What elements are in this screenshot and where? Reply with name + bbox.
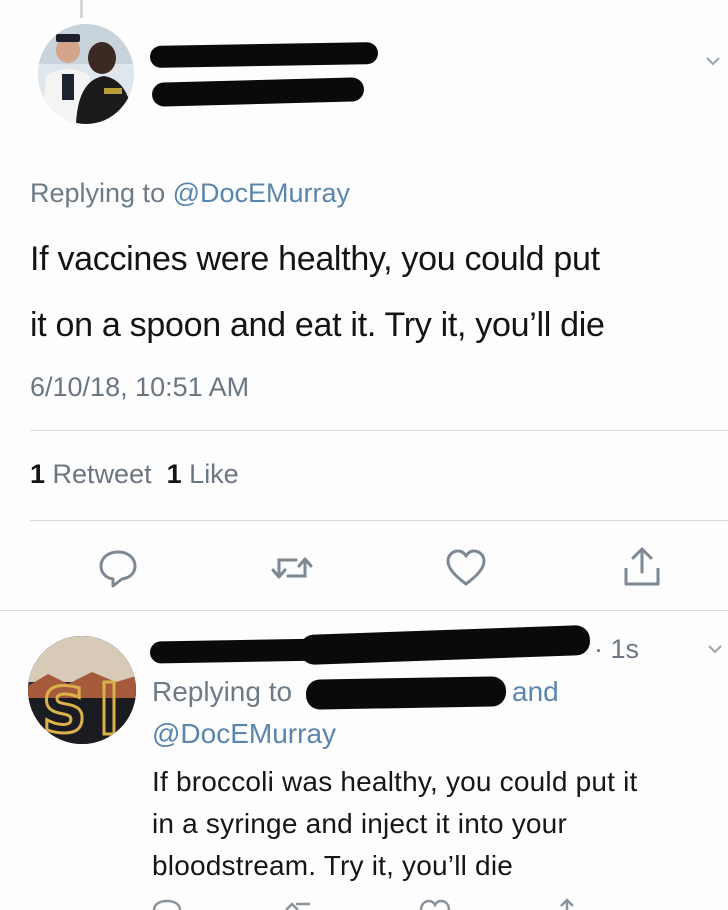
tweet1-replying-to: Replying to @DocEMurray (30, 178, 350, 209)
redacted-username (299, 624, 591, 666)
tweet1-text-line-1: If vaccines were healthy, you could put (30, 240, 600, 278)
divider (30, 430, 728, 431)
tweet2-text-line-3: bloodstream. Try it, you’ll die (152, 850, 514, 881)
svg-text:S: S (42, 674, 87, 744)
redacted-display-name (149, 42, 379, 68)
reply-icon[interactable] (150, 898, 184, 910)
thread-connector-line (80, 0, 83, 18)
tweet2-replying-handle-link[interactable]: @DocEMurray (152, 718, 336, 750)
redacted-username (151, 77, 365, 107)
replying-handle-link[interactable]: @DocEMurray (173, 178, 350, 208)
like-label: Like (189, 459, 239, 489)
screenshot-page: Replying to @DocEMurray If vaccines were… (0, 0, 728, 910)
retweet-icon[interactable] (270, 546, 314, 590)
retweet-icon[interactable] (282, 900, 316, 910)
share-icon[interactable] (552, 898, 582, 910)
user-photo-avatar-icon (38, 24, 134, 124)
tweet1-engagement-stats: 1 Retweet 1 Like (30, 459, 239, 490)
reply-icon[interactable] (96, 546, 140, 590)
tweet2-replying-and[interactable]: and (512, 676, 559, 708)
retweet-stat[interactable]: 1 Retweet (30, 459, 152, 489)
retweet-count: 1 (30, 459, 46, 489)
redacted-reply-target (305, 676, 507, 710)
tweet2-text-line-1: If broccoli was healthy, you could put i… (152, 766, 638, 797)
like-heart-icon[interactable] (418, 898, 452, 910)
retweet-label: Retweet (52, 459, 152, 489)
like-heart-icon[interactable] (444, 546, 488, 590)
tweet2-replying-prefix: Replying to (152, 676, 293, 707)
tweet2-text-line-2: in a syringe and inject it into your (152, 808, 567, 839)
like-count: 1 (166, 459, 182, 489)
tweet1-timestamp: 6/10/18, 10:51 AM (30, 372, 250, 402)
tweet2-author-avatar[interactable]: S (28, 636, 136, 744)
tweet1-author-avatar[interactable] (38, 24, 134, 124)
divider (0, 610, 728, 611)
tweet1-text-line-2: it on a spoon and eat it. Try it, you’ll… (30, 306, 605, 344)
chevron-down-icon[interactable] (704, 52, 722, 70)
like-stat[interactable]: 1 Like (167, 459, 239, 489)
replying-prefix: Replying to (30, 178, 166, 208)
logo-avatar-icon: S (28, 636, 136, 744)
share-icon[interactable] (620, 544, 664, 588)
chevron-down-icon[interactable] (706, 640, 724, 658)
divider (30, 520, 728, 521)
tweet2-time: · 1s (594, 634, 640, 664)
